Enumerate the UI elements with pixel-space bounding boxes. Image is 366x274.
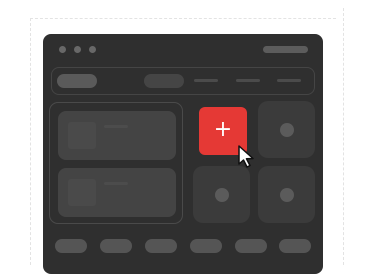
card-text-line <box>104 125 128 128</box>
dot-icon <box>215 188 229 202</box>
grid-tile[interactable] <box>258 166 315 223</box>
bottom-chip[interactable] <box>100 239 132 253</box>
dot-icon <box>280 188 294 202</box>
grid-tile[interactable] <box>193 166 250 223</box>
bottom-chip[interactable] <box>145 239 177 253</box>
card-thumbnail <box>68 179 96 206</box>
window-control-dot[interactable] <box>89 46 96 53</box>
toolbar-primary-pill[interactable] <box>57 74 97 88</box>
list-card[interactable] <box>58 111 176 160</box>
bottom-chip[interactable] <box>55 239 87 253</box>
card-text-line <box>104 182 128 185</box>
guide-line-right <box>343 8 344 265</box>
app-window: + <box>43 34 323 274</box>
arrow-cursor-icon <box>238 145 254 168</box>
title-bar <box>43 34 323 64</box>
plus-icon: + <box>213 117 233 142</box>
guide-line-top <box>30 18 336 19</box>
toolbar-menu-line[interactable] <box>277 79 301 82</box>
toolbar <box>51 67 315 95</box>
bottom-chip[interactable] <box>190 239 222 253</box>
list-card[interactable] <box>58 168 176 217</box>
card-thumbnail <box>68 122 96 149</box>
bottom-chip[interactable] <box>279 239 311 253</box>
window-control-dot[interactable] <box>74 46 81 53</box>
toolbar-secondary-pill[interactable] <box>144 74 184 88</box>
guide-line-left <box>30 18 31 265</box>
toolbar-menu-line[interactable] <box>194 79 218 82</box>
toolbar-menu-line[interactable] <box>236 79 260 82</box>
title-placeholder <box>263 46 308 53</box>
dot-icon <box>280 123 294 137</box>
bottom-chip[interactable] <box>235 239 267 253</box>
grid-tile[interactable] <box>258 101 315 158</box>
left-panel <box>49 102 183 224</box>
window-control-dot[interactable] <box>59 46 66 53</box>
